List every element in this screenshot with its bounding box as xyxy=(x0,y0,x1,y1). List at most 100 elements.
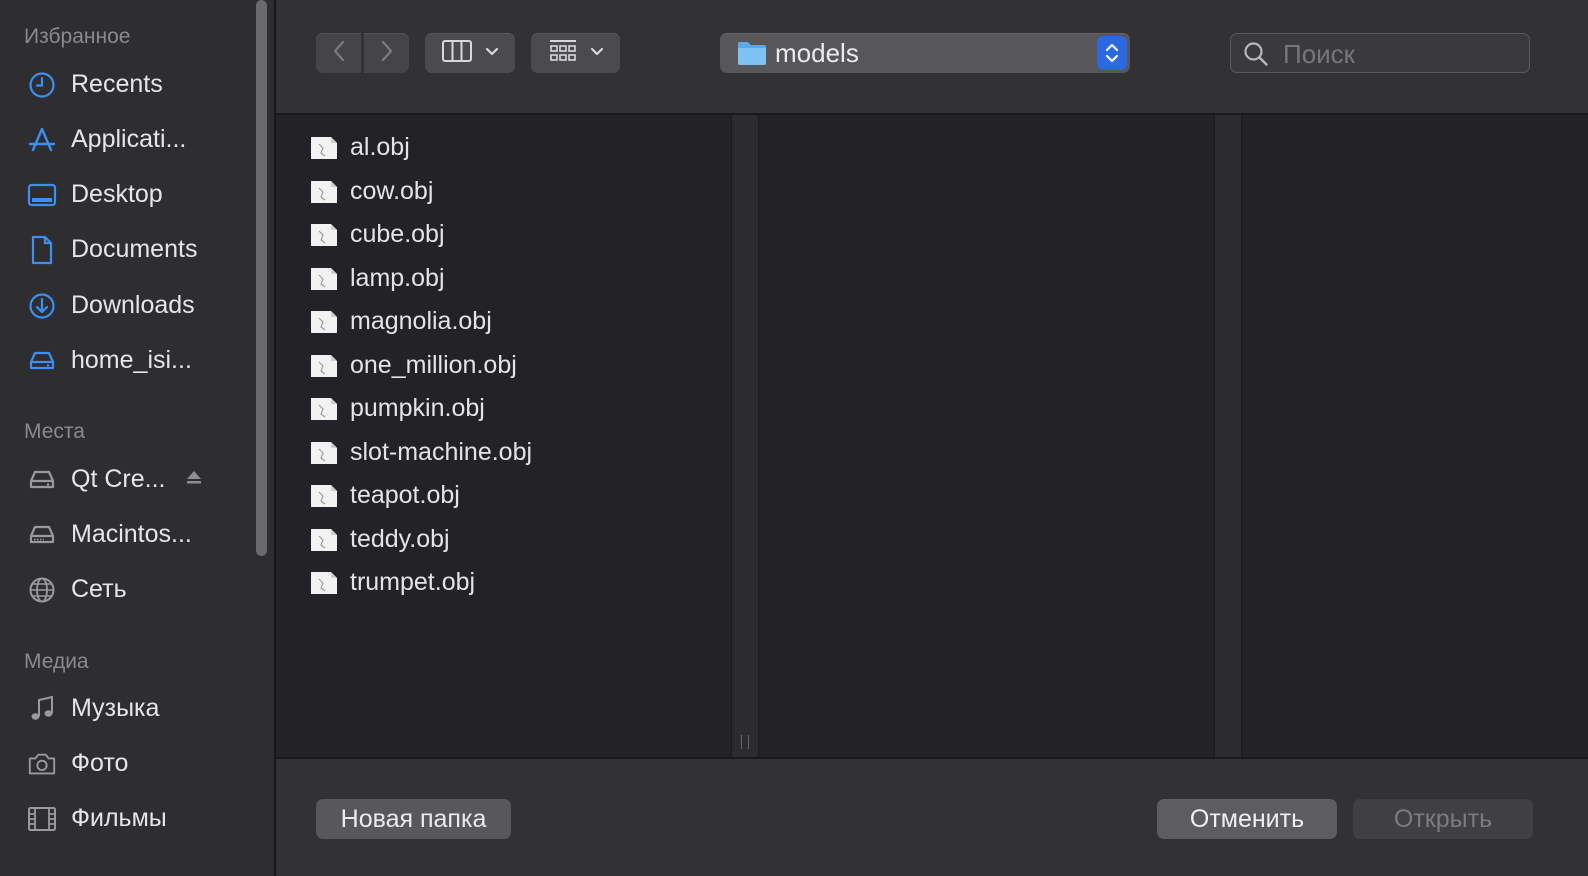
sidebar-item-label: Documents xyxy=(71,234,198,263)
column-browser: al.obj cow.obj cube.obj lamp.obj magnolia.ob… xyxy=(276,115,1588,757)
file-name: al.obj xyxy=(350,133,410,161)
location-popup[interactable]: models xyxy=(720,33,1130,73)
location-title: models xyxy=(775,38,859,68)
file-name: magnolia.obj xyxy=(350,307,492,335)
sidebar-item-documents[interactable]: Documents xyxy=(0,225,250,273)
sidebar-item-downloads[interactable]: Downloads xyxy=(0,281,250,329)
camera-icon xyxy=(27,749,57,779)
desktop-icon xyxy=(27,180,57,210)
obj-file-icon xyxy=(310,570,338,601)
sidebar-item-label: Фильмы xyxy=(71,803,167,832)
sidebar: Избранное Recents Applicati... Desktop D… xyxy=(0,0,276,876)
sidebar-scrollbar[interactable] xyxy=(256,0,267,556)
folder-icon xyxy=(737,40,767,71)
column-divider[interactable] xyxy=(1214,115,1242,757)
drive-icon xyxy=(27,465,57,495)
obj-file-icon xyxy=(310,179,338,210)
chevron-down-icon xyxy=(590,44,604,62)
sidebar-item-label: home_isi... xyxy=(71,345,192,374)
file-name: slot-machine.obj xyxy=(350,437,533,466)
sidebar-item-label: Applicati... xyxy=(71,124,187,153)
file-name: trumpet.obj xyxy=(350,568,476,596)
columns-view-icon xyxy=(441,39,473,68)
grid-icon xyxy=(548,38,578,69)
sidebar-item-label: Музыка xyxy=(71,693,160,722)
forward-button[interactable] xyxy=(364,33,409,73)
file-open-dialog: Избранное Recents Applicati... Desktop D… xyxy=(0,0,1588,876)
clock-icon xyxy=(27,70,57,100)
sidebar-item-photos[interactable]: Фото xyxy=(0,739,250,787)
file-row[interactable]: teddy.obj xyxy=(276,519,731,563)
media-section-title: Медиа xyxy=(24,650,89,673)
back-button[interactable] xyxy=(316,33,361,73)
film-icon xyxy=(27,804,57,834)
obj-file-icon xyxy=(310,483,338,514)
bottom-bar: Новая папка Отменить Открыть xyxy=(276,757,1588,876)
obj-file-icon xyxy=(310,396,338,427)
file-row[interactable]: teapot.obj xyxy=(276,475,731,519)
file-name: cow.obj xyxy=(350,176,434,205)
file-row[interactable]: magnolia.obj xyxy=(276,301,731,345)
chevron-down-icon xyxy=(485,44,499,62)
sidebar-item-macintosh[interactable]: Macintos... xyxy=(0,510,250,558)
sidebar-item-label: Downloads xyxy=(71,290,195,319)
view-mode-button[interactable] xyxy=(425,33,515,73)
file-row[interactable]: al.obj xyxy=(276,127,731,171)
sidebar-item-qt-creator[interactable]: Qt Cre... xyxy=(0,455,250,503)
cancel-button[interactable]: Отменить xyxy=(1157,799,1337,839)
obj-file-icon xyxy=(310,440,338,471)
file-name: teddy.obj xyxy=(350,524,450,553)
sidebar-item-network[interactable]: Сеть xyxy=(0,565,250,613)
applications-icon xyxy=(27,125,57,155)
search-input[interactable] xyxy=(1281,36,1525,72)
sidebar-item-desktop[interactable]: Desktop xyxy=(0,170,250,218)
sidebar-item-label: Macintos... xyxy=(71,519,192,548)
obj-file-icon xyxy=(310,135,338,166)
globe-icon xyxy=(27,575,57,605)
obj-file-icon xyxy=(310,309,338,340)
eject-icon[interactable] xyxy=(184,467,204,492)
obj-file-icon xyxy=(310,266,338,297)
up-down-stepper-icon xyxy=(1097,36,1127,70)
drive-icon xyxy=(27,346,57,376)
file-name: teapot.obj xyxy=(350,481,460,509)
resize-grip-icon[interactable] xyxy=(741,735,749,749)
obj-file-icon xyxy=(310,527,338,558)
chevron-right-icon xyxy=(380,40,394,67)
file-row[interactable]: cow.obj xyxy=(276,171,731,215)
open-button[interactable]: Открыть xyxy=(1353,799,1533,839)
file-row[interactable]: one_million.obj xyxy=(276,345,731,389)
file-name: lamp.obj xyxy=(350,263,445,292)
file-row[interactable]: lamp.obj xyxy=(276,258,731,302)
file-row[interactable]: cube.obj xyxy=(276,214,731,258)
sidebar-item-applications[interactable]: Applicati... xyxy=(0,115,250,163)
favorites-section-title: Избранное xyxy=(24,25,131,48)
sidebar-item-label: Desktop xyxy=(71,179,163,208)
obj-file-icon xyxy=(310,222,338,253)
sidebar-item-home[interactable]: home_isi... xyxy=(0,336,250,384)
sidebar-item-music[interactable]: Музыка xyxy=(0,684,250,732)
music-note-icon xyxy=(27,694,57,724)
search-icon xyxy=(1243,41,1269,72)
sidebar-item-label: Сеть xyxy=(71,574,127,603)
sidebar-item-movies[interactable]: Фильмы xyxy=(0,794,250,842)
search-field[interactable] xyxy=(1230,33,1530,73)
places-section-title: Места xyxy=(24,420,85,443)
file-name: cube.obj xyxy=(350,220,445,248)
sidebar-item-label: Qt Cre... xyxy=(71,464,166,493)
file-name: pumpkin.obj xyxy=(350,394,485,422)
group-by-button[interactable] xyxy=(531,33,620,73)
download-icon xyxy=(27,291,57,321)
obj-file-icon xyxy=(310,353,338,384)
document-icon xyxy=(27,235,57,265)
sidebar-item-label: Recents xyxy=(71,69,163,98)
sidebar-item-label: Фото xyxy=(71,748,129,777)
file-row[interactable]: slot-machine.obj xyxy=(276,432,731,476)
toolbar: models xyxy=(276,0,1588,115)
file-row[interactable]: trumpet.obj xyxy=(276,562,731,606)
new-folder-button[interactable]: Новая папка xyxy=(316,799,511,839)
file-name: one_million.obj xyxy=(350,350,517,379)
sidebar-item-recents[interactable]: Recents xyxy=(0,60,250,108)
file-row[interactable]: pumpkin.obj xyxy=(276,388,731,432)
column-divider[interactable] xyxy=(731,115,759,757)
